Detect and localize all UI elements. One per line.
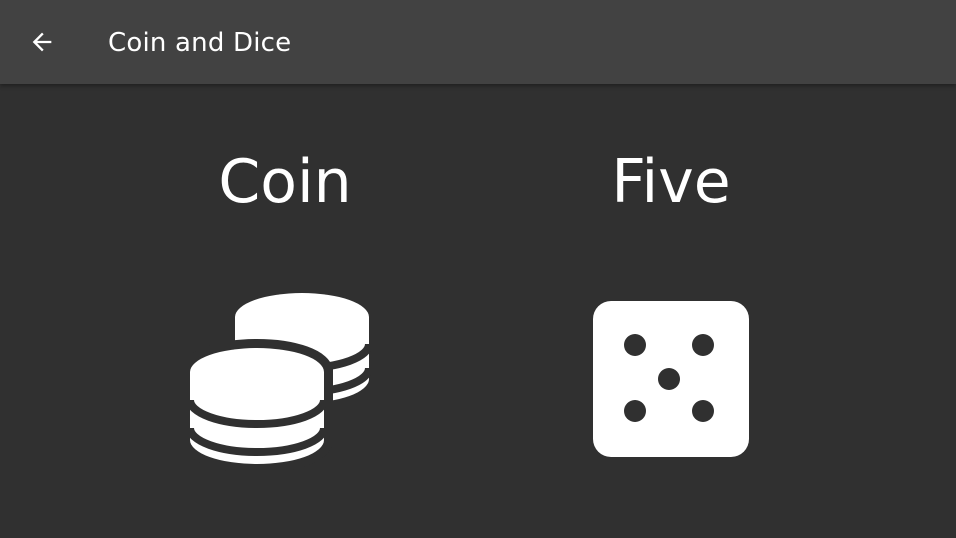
coin-stack-front — [190, 339, 333, 473]
coin-result-label: Coin — [218, 147, 352, 217]
app-title: Coin and Dice — [108, 28, 292, 58]
main-content: Coin Five — [0, 84, 956, 538]
arrow-left-icon — [32, 32, 52, 52]
dice-five-icon[interactable] — [591, 299, 751, 459]
die-pip — [692, 400, 714, 422]
app-bar: Coin and Dice — [0, 0, 956, 84]
die-pip — [624, 400, 646, 422]
back-button[interactable] — [14, 14, 70, 70]
coins-icon[interactable] — [190, 284, 380, 474]
die-pip — [658, 368, 680, 390]
die-pip — [692, 334, 714, 356]
dice-panel: Five — [521, 84, 821, 538]
dice-result-label: Five — [611, 147, 731, 217]
coin-panel: Coin — [135, 84, 435, 538]
die-pip — [624, 334, 646, 356]
